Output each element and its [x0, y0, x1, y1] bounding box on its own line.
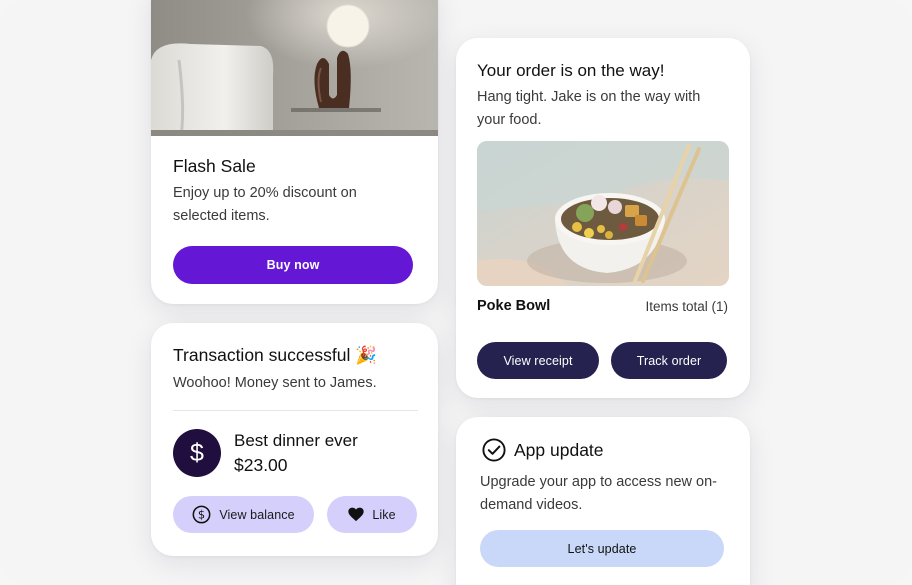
canvas: Flash Sale Enjoy up to 20% discount on s…: [0, 0, 912, 585]
order-message: Hang tight. Jake is on the way with your…: [477, 89, 701, 128]
check-circle-icon: [482, 438, 506, 462]
divider: [173, 410, 418, 411]
flash-sale-title: Flash Sale: [173, 156, 256, 176]
poke-bowl-image: [477, 141, 729, 286]
dollar-avatar: $: [173, 429, 221, 477]
lamp-product-image: [151, 0, 438, 136]
app-update-description: Upgrade your app to access new on-demand…: [480, 474, 717, 513]
transaction-item-name: Best dinner ever: [234, 431, 358, 450]
dollar-circle-icon: $: [192, 505, 211, 524]
order-item-name: Poke Bowl: [477, 298, 551, 314]
transaction-amount: $23.00: [234, 455, 288, 475]
app-update-title: App update: [514, 440, 604, 460]
heart-icon: [348, 507, 364, 522]
like-label: Like: [372, 507, 396, 522]
track-order-button[interactable]: Track order: [611, 342, 727, 379]
app-update-card: App update Upgrade your app to access ne…: [456, 417, 750, 585]
transaction-card: Transaction successful 🎉 Woohoo! Money s…: [151, 323, 438, 556]
like-button[interactable]: Like: [327, 496, 417, 533]
svg-text:$: $: [198, 508, 205, 522]
flash-sale-card: Flash Sale Enjoy up to 20% discount on s…: [151, 0, 438, 304]
items-total: Items total (1): [645, 299, 728, 314]
view-receipt-button[interactable]: View receipt: [477, 342, 599, 379]
transaction-message: Woohoo! Money sent to James.: [173, 375, 377, 391]
order-title: Your order is on the way!: [477, 61, 665, 80]
flash-sale-description: Enjoy up to 20% discount on selected ite…: [173, 185, 357, 224]
view-balance-button[interactable]: $ View balance: [173, 496, 314, 533]
order-status-card: Your order is on the way! Hang tight. Ja…: [456, 38, 750, 398]
lets-update-button[interactable]: Let's update: [480, 530, 724, 567]
buy-now-button[interactable]: Buy now: [173, 246, 413, 284]
view-balance-label: View balance: [219, 507, 295, 522]
transaction-title: Transaction successful 🎉: [173, 345, 377, 365]
